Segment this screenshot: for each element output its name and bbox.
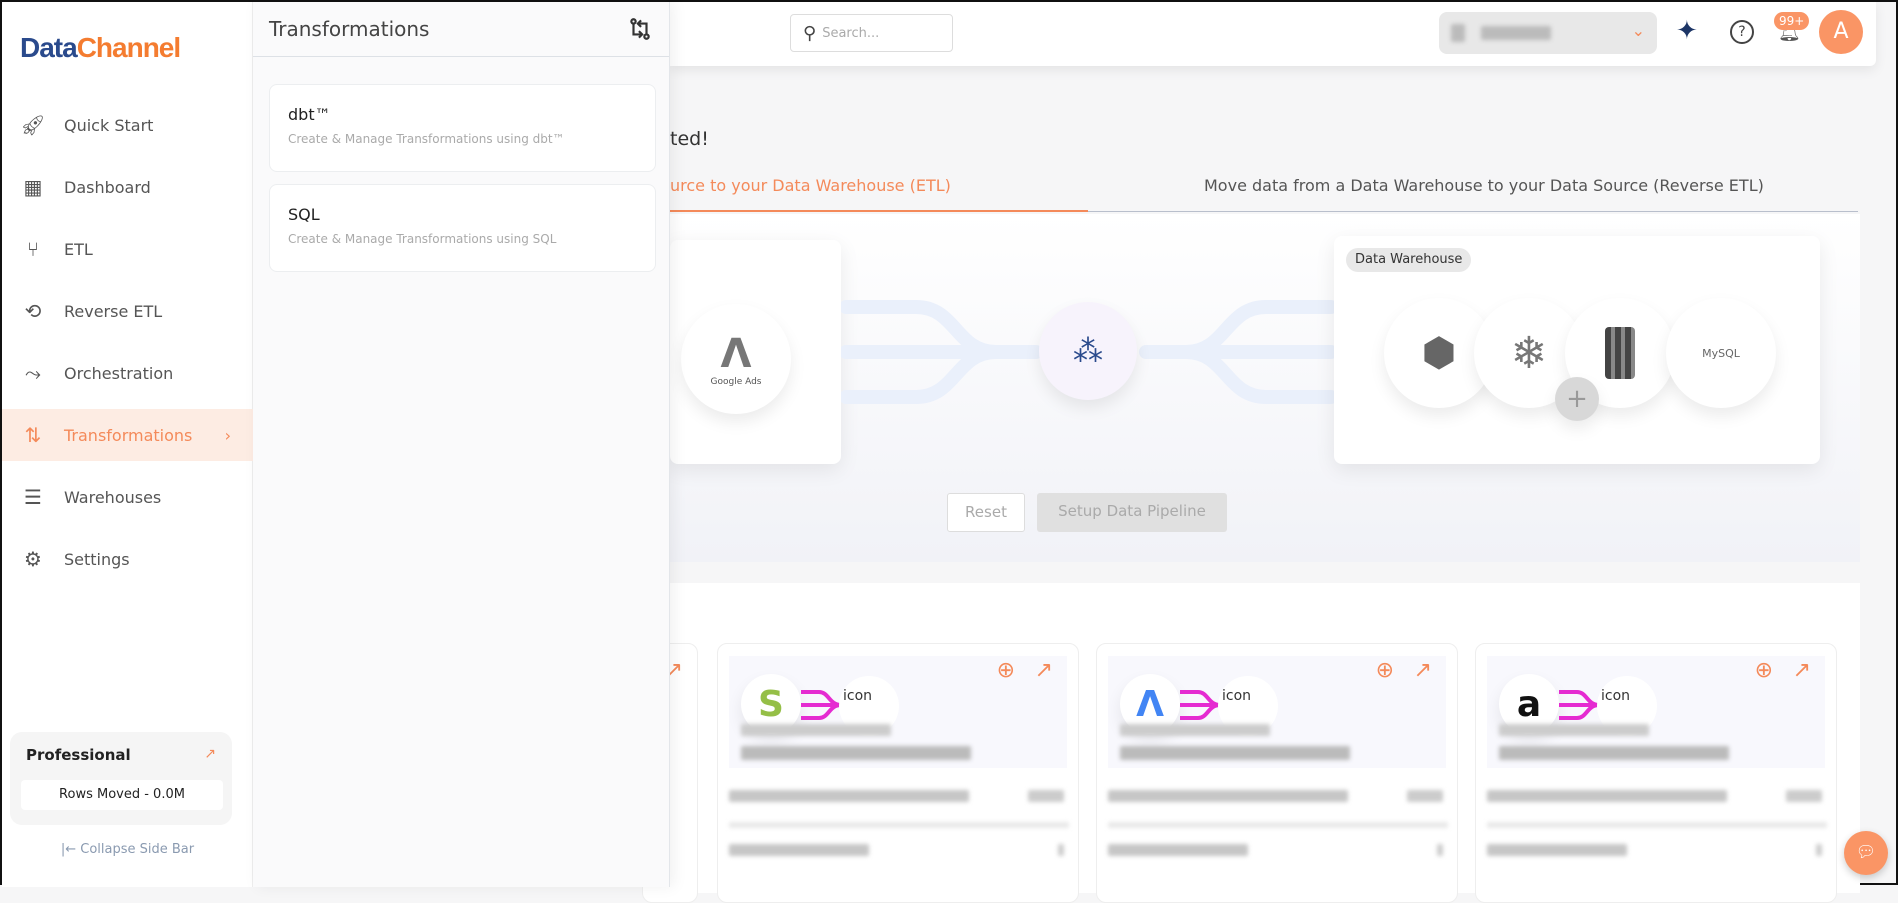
sidebar-item-quick-start[interactable]: 🚀︎ Quick Start <box>2 99 253 151</box>
sidebar-item-dashboard[interactable]: ▦ Dashboard <box>2 161 253 213</box>
workspace-select[interactable]: ⌄ <box>1439 12 1657 54</box>
google-ads-icon: Λ <box>720 331 752 377</box>
avatar[interactable]: A <box>1819 10 1863 54</box>
source-google-ads[interactable]: Λ Google Ads <box>681 304 791 414</box>
collapse-sidebar-button[interactable]: |← Collapse Side Bar <box>2 842 253 857</box>
sql-option[interactable]: SQL Create & Manage Transformations using… <box>269 184 656 272</box>
external-link-icon[interactable]: ↗ <box>204 746 216 762</box>
transformations-icon: ⇅ <box>24 423 42 447</box>
redshift-icon <box>1605 327 1635 379</box>
pipeline-card: Λ icon ⊕ ↗ <box>1096 643 1458 903</box>
chevron-down-icon: ⌄ <box>1631 21 1645 40</box>
external-link-icon[interactable]: ↗ <box>1793 658 1811 683</box>
chat-button[interactable]: 💬︎ <box>1844 831 1888 875</box>
warehouse-label: Data Warehouse <box>1346 248 1472 272</box>
reset-button[interactable]: Reset <box>947 493 1025 532</box>
reverse-etl-icon: ⟲ <box>24 299 42 323</box>
sidebar-item-label: Transformations <box>64 425 193 445</box>
sidebar-item-label: Reverse ETL <box>64 301 163 321</box>
add-circle-icon[interactable]: ⊕ <box>1376 658 1394 683</box>
sidebar-item-reverse-etl[interactable]: ⟲ Reverse ETL <box>2 285 253 337</box>
search-input[interactable]: ⚲ Search... <box>790 14 953 52</box>
bigquery-icon: ⬢ <box>1421 330 1457 376</box>
sidebar-item-label: Dashboard <box>64 177 151 197</box>
sidebar-item-warehouses[interactable]: ☰ Warehouses <box>2 471 253 523</box>
transformations-icon <box>630 18 650 40</box>
sidebar-item-etl[interactable]: ⑂ ETL <box>2 223 253 275</box>
sidebar-item-transformations[interactable]: ⇅ Transformations › <box>2 409 253 461</box>
gear-icon: ⚙ <box>24 547 42 571</box>
tab-reverse-etl[interactable]: Move data from a Data Warehouse to your … <box>1204 176 1764 195</box>
logo[interactable]: DataChannel <box>20 32 181 64</box>
search-icon: ⚲ <box>803 22 817 44</box>
external-link-icon[interactable]: ↗ <box>1035 658 1053 683</box>
sparkle-icon[interactable]: ✦ <box>1676 16 1698 46</box>
external-link-icon[interactable]: ↗ <box>1414 658 1432 683</box>
plan-card: Professional ↗ Rows Moved - 0.0M <box>10 732 232 825</box>
pipeline-card: a icon ⊕ ↗ <box>1475 643 1837 903</box>
help-icon[interactable]: ? <box>1730 20 1754 44</box>
active-tab-indicator <box>670 210 1088 212</box>
rows-moved: Rows Moved - 0.0M <box>21 780 223 810</box>
snowflake-icon: ❄ <box>1510 327 1548 379</box>
add-circle-icon[interactable]: ⊕ <box>1755 658 1773 683</box>
tab-etl[interactable]: urce to your Data Warehouse (ETL) <box>670 176 951 195</box>
rocket-icon: 🚀︎ <box>20 113 46 137</box>
datachannel-hub-icon: ⁂ <box>1039 302 1137 400</box>
dashboard-icon: ▦ <box>23 175 43 199</box>
sidebar-item-label: Quick Start <box>64 115 154 135</box>
add-circle-icon[interactable]: ⊕ <box>997 658 1015 683</box>
sidebar-item-label: Warehouses <box>64 487 162 507</box>
panel-title: Transformations <box>269 17 430 41</box>
transformations-panel: Transformations dbt™ Create & Manage Tran… <box>253 2 670 887</box>
notification-badge: 99+ <box>1774 12 1810 30</box>
greeting: ted! <box>670 128 709 150</box>
sidebar-item-label: ETL <box>64 239 93 259</box>
sidebar-item-settings[interactable]: ⚙ Settings <box>2 533 253 585</box>
warehouse-mysql[interactable]: MySQL <box>1666 298 1776 408</box>
sidebar-item-orchestration[interactable]: ⤳ Orchestration <box>2 347 253 399</box>
warehouses-icon: ☰ <box>24 485 42 509</box>
setup-pipeline-button[interactable]: Setup Data Pipeline <box>1037 493 1227 532</box>
chevron-right-icon: › <box>224 425 231 445</box>
pipeline-card: S icon ⊕ ↗ <box>717 643 1079 903</box>
add-warehouse-button[interactable]: + <box>1555 377 1599 421</box>
sidebar-item-label: Settings <box>64 549 130 569</box>
orchestration-icon: ⤳ <box>25 361 41 385</box>
sidebar-item-label: Orchestration <box>64 363 174 383</box>
plan-name: Professional <box>26 746 131 764</box>
dbt-option[interactable]: dbt™ Create & Manage Transformations usin… <box>269 84 656 172</box>
top-header: ⚲ Search... ⌄ ✦ ? 🔔︎ 99+ A <box>670 2 1876 66</box>
etl-icon: ⑂ <box>27 237 39 261</box>
sidebar: DataChannel 🚀︎ Quick Start ▦ Dashboard ⑂ ETL ⟲… <box>2 2 253 887</box>
